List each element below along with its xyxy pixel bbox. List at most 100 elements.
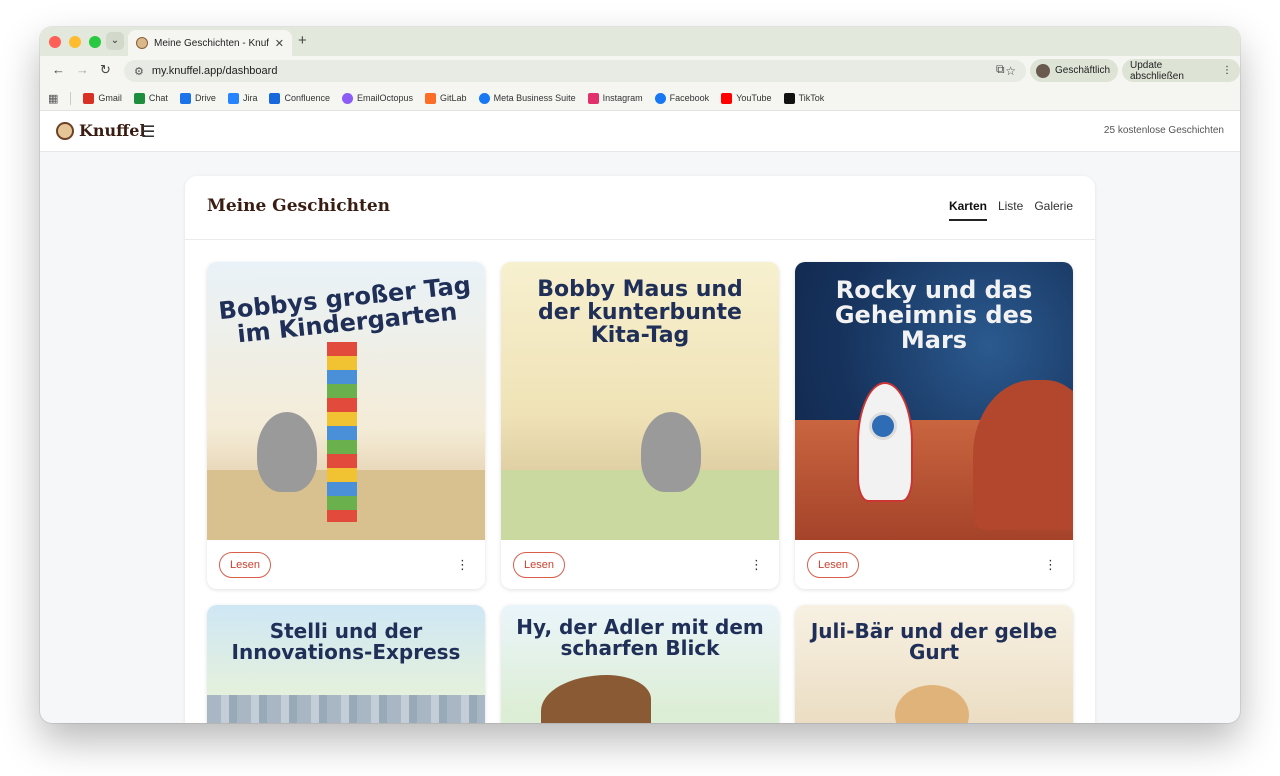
story-card[interactable]: Bobby Maus und der kunterbunte Kita-Tag … [501,262,779,589]
tab-cards[interactable]: Karten [948,199,987,221]
site-info-icon[interactable]: ⚙ [134,65,144,78]
story-cover-image[interactable]: Juli-Bär und der gelbe Gurt [795,605,1073,723]
facebook-icon [654,92,666,104]
story-title: Juli-Bär und der gelbe Gurt [810,619,1058,664]
cover-mouse [641,412,701,492]
tab-bar: ⌄ Meine Geschichten - Knuffel ✕ + [40,27,1240,56]
gmail-icon [83,92,95,104]
bookmark-item[interactable]: Gmail [83,92,122,104]
bookmarks-divider [70,91,72,105]
profile-label: Geschäftlich [1055,65,1111,76]
reload-icon[interactable]: ↻ [100,62,111,78]
extensions-icon[interactable]: ⧉ [996,62,1005,77]
back-icon[interactable]: ← [52,62,65,77]
more-vert-icon[interactable]: ⋮ [452,557,473,573]
story-title: Stelli und der Innovations-Express [231,619,461,664]
meta-icon [478,92,490,104]
emailoctopus-icon [342,92,354,104]
tiktok-icon [783,92,795,104]
app-header: Knuffel ☰ 25 kostenlose Geschichten [40,111,1240,152]
story-cover-image[interactable]: Rocky und das Geheimnis des Mars [795,262,1073,540]
bookmark-item[interactable]: Drive [179,92,216,104]
more-vert-icon[interactable]: ⋮ [1040,557,1061,573]
menu-icon[interactable]: ☰ [141,122,155,142]
story-title: Bobbys großer Tag im Kindergarten [217,270,473,349]
bookmarks-bar: ▦ Gmail Chat Drive Jira Confluence Email… [40,86,1240,111]
youtube-icon [721,92,733,104]
forward-icon[interactable]: → [76,62,89,77]
bookmark-item[interactable]: GitLab [425,92,467,104]
free-stories-count: 25 kostenlose Geschichten [1103,125,1224,136]
read-button[interactable]: Lesen [807,551,859,578]
maximize-window-button[interactable] [89,36,101,48]
update-button[interactable]: Update abschließen ⋮ [1122,59,1240,82]
cover-bear [895,685,969,723]
story-grid: Bobbys großer Tag im Kindergarten Lesen … [207,262,1073,723]
story-title: Bobby Maus und der kunterbunte Kita-Tag [537,277,743,349]
apps-grid-icon[interactable]: ▦ [48,92,58,105]
window-controls [49,36,101,48]
bookmark-item[interactable]: Confluence [269,92,330,104]
bookmark-item[interactable]: YouTube [721,92,772,104]
browser-toolbar: ← → ↻ ⚙ my.knuffel.app/dashboard ☆ ⧉ Ges… [40,56,1240,86]
bookmark-item[interactable]: Instagram [587,92,643,104]
browser-tab[interactable]: Meine Geschichten - Knuffel ✕ [128,30,292,56]
bookmark-item[interactable]: EmailOctopus [342,92,413,104]
minimize-window-button[interactable] [69,36,81,48]
story-cover-image[interactable]: Hy, der Adler mit dem scharfen Blick [501,605,779,723]
profile-button[interactable]: Geschäftlich [1030,59,1119,82]
read-button[interactable]: Lesen [219,551,271,578]
story-card[interactable]: Bobbys großer Tag im Kindergarten Lesen … [207,262,485,589]
story-card[interactable]: Hy, der Adler mit dem scharfen Blick [501,605,779,723]
bookmark-item[interactable]: TikTok [783,92,824,104]
tab-search-icon[interactable]: ⌄ [106,32,124,50]
story-card[interactable]: Stelli und der Innovations-Express [207,605,485,723]
bookmark-item[interactable]: Jira [227,92,257,104]
knuffel-favicon-icon [136,37,148,49]
story-cover-image[interactable]: Bobbys großer Tag im Kindergarten [207,262,485,540]
more-vert-icon: ⋮ [1222,65,1232,76]
cover-rocket [857,382,913,502]
bookmark-star-icon[interactable]: ☆ [1005,64,1016,78]
read-button[interactable]: Lesen [513,551,565,578]
brand-name: Knuffel [79,121,146,140]
story-card[interactable]: Juli-Bär und der gelbe Gurt [795,605,1073,723]
tab-gallery[interactable]: Galerie [1034,199,1073,221]
panel-header: Meine Geschichten Karten Liste Galerie [185,176,1095,240]
close-window-button[interactable] [49,36,61,48]
story-card[interactable]: Rocky und das Geheimnis des Mars Lesen ⋮ [795,262,1073,589]
bookmark-item[interactable]: Facebook [654,92,709,104]
dog-logo-icon [56,121,74,140]
bookmark-item[interactable]: Meta Business Suite [478,92,576,104]
new-tab-icon[interactable]: + [298,32,307,49]
card-footer: Lesen ⋮ [501,540,779,589]
story-cover-image[interactable]: Stelli und der Innovations-Express [207,605,485,723]
bookmark-item[interactable]: Chat [133,92,168,104]
drive-icon [179,92,191,104]
tab-title: Meine Geschichten - Knuffel [154,37,269,49]
instagram-icon [587,92,599,104]
cover-floor [501,470,779,540]
more-vert-icon[interactable]: ⋮ [746,557,767,573]
close-tab-icon[interactable]: ✕ [275,37,284,50]
view-tabs: Karten Liste Galerie [948,199,1073,221]
confluence-icon [269,92,281,104]
story-cover-image[interactable]: Bobby Maus und der kunterbunte Kita-Tag [501,262,779,540]
url-text[interactable]: my.knuffel.app/dashboard [152,65,997,77]
avatar [1036,63,1050,78]
cover-rocket-window [869,412,897,440]
cover-mouse [257,412,317,492]
browser-window: ⌄ Meine Geschichten - Knuffel ✕ + ← → ↻ … [40,27,1240,723]
brand-logo[interactable]: Knuffel [56,121,146,140]
cover-eagle [541,675,651,723]
jira-icon [227,92,239,104]
tab-list[interactable]: Liste [998,199,1023,221]
address-bar[interactable]: ⚙ my.knuffel.app/dashboard ☆ [124,60,1026,82]
cover-blocks [327,342,357,522]
story-title: Rocky und das Geheimnis des Mars [834,276,1034,355]
card-footer: Lesen ⋮ [207,540,485,589]
card-footer: Lesen ⋮ [795,540,1073,589]
cover-city [207,695,485,723]
cover-rock [973,380,1073,530]
page-title: Meine Geschichten [207,196,390,216]
